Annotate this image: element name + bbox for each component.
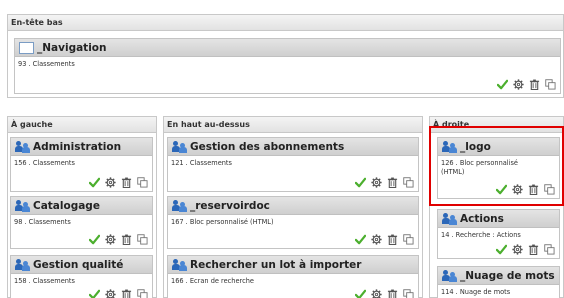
gear-icon[interactable] bbox=[371, 234, 382, 245]
copy-icon[interactable] bbox=[545, 79, 556, 90]
gear-icon[interactable] bbox=[105, 177, 116, 188]
people-icon bbox=[172, 258, 187, 271]
checkmark-icon[interactable] bbox=[496, 244, 507, 255]
checkmark-icon[interactable] bbox=[355, 234, 366, 245]
trash-icon[interactable] bbox=[121, 289, 132, 298]
block-header[interactable]: Actions bbox=[438, 210, 559, 228]
copy-icon[interactable] bbox=[403, 234, 414, 245]
region-title: En haut au-dessus bbox=[164, 117, 422, 133]
block-actions bbox=[496, 244, 555, 255]
block-header[interactable]: Administration bbox=[11, 138, 152, 156]
checkmark-icon[interactable] bbox=[89, 234, 100, 245]
block-description: 114 . Nuage de mots bbox=[441, 288, 511, 296]
block-actions bbox=[355, 289, 414, 298]
people-icon bbox=[15, 140, 30, 153]
block-gestion-qualite[interactable]: Gestion qualité 158 . Classements bbox=[10, 255, 153, 298]
copy-icon[interactable] bbox=[137, 234, 148, 245]
region-title: En-tête bas bbox=[8, 15, 563, 31]
copy-icon[interactable] bbox=[403, 289, 414, 298]
checkmark-icon[interactable] bbox=[355, 177, 366, 188]
block-title: Actions bbox=[460, 212, 504, 225]
gear-icon[interactable] bbox=[105, 289, 116, 298]
block-navigation[interactable]: _Navigation 93 . Classements bbox=[14, 38, 561, 94]
trash-icon[interactable] bbox=[387, 234, 398, 245]
block-header[interactable]: Gestion qualité bbox=[11, 256, 152, 274]
trash-icon[interactable] bbox=[528, 244, 539, 255]
block-description: 156 . Classements bbox=[14, 159, 75, 167]
trash-icon[interactable] bbox=[387, 289, 398, 298]
gear-icon[interactable] bbox=[512, 244, 523, 255]
block-title: _Navigation bbox=[37, 41, 107, 54]
block-title: Rechercher un lot à importer bbox=[190, 258, 362, 271]
block-title: Gestion des abonnements bbox=[190, 140, 345, 153]
copy-icon[interactable] bbox=[403, 177, 414, 188]
block-actions bbox=[89, 289, 148, 298]
block-title: _reservoirdoc bbox=[190, 199, 270, 212]
trash-icon[interactable] bbox=[387, 177, 398, 188]
block-description: 98 . Classements bbox=[14, 218, 71, 226]
block-title: _Nuage de mots bbox=[460, 269, 555, 282]
checkmark-icon[interactable] bbox=[89, 177, 100, 188]
checkmark-icon[interactable] bbox=[355, 289, 366, 298]
block-description: 121 . Classements bbox=[171, 159, 232, 167]
checkmark-icon[interactable] bbox=[89, 289, 100, 298]
block-title: Gestion qualité bbox=[33, 258, 124, 271]
region-title: À gauche bbox=[8, 117, 156, 133]
people-icon bbox=[15, 258, 30, 271]
people-icon bbox=[15, 199, 30, 212]
gear-icon[interactable] bbox=[105, 234, 116, 245]
block-header[interactable]: Rechercher un lot à importer bbox=[168, 256, 418, 274]
block-description: 166 . Ecran de recherche bbox=[171, 277, 254, 285]
people-icon bbox=[442, 269, 457, 282]
block-actions bbox=[355, 234, 414, 245]
selection-highlight bbox=[429, 126, 564, 206]
block-reservoirdoc[interactable]: _reservoirdoc 167 . Bloc personnalisé (H… bbox=[167, 196, 419, 249]
block-description: 93 . Classements bbox=[18, 60, 75, 68]
box-icon bbox=[19, 41, 34, 54]
gear-icon[interactable] bbox=[371, 177, 382, 188]
checkmark-icon[interactable] bbox=[497, 79, 508, 90]
block-description: 158 . Classements bbox=[14, 277, 75, 285]
gear-icon[interactable] bbox=[513, 79, 524, 90]
block-catalogage[interactable]: Catalogage 98 . Classements bbox=[10, 196, 153, 249]
people-icon bbox=[172, 140, 187, 153]
people-icon bbox=[442, 212, 457, 225]
block-actions bbox=[89, 234, 148, 245]
trash-icon[interactable] bbox=[121, 177, 132, 188]
block-gestion-abonnements[interactable]: Gestion des abonnements 121 . Classement… bbox=[167, 137, 419, 192]
block-header[interactable]: Gestion des abonnements bbox=[168, 138, 418, 156]
block-actions bbox=[355, 177, 414, 188]
trash-icon[interactable] bbox=[529, 79, 540, 90]
block-header[interactable]: _Navigation bbox=[15, 39, 560, 57]
block-nuage-mots[interactable]: _Nuage de mots 114 . Nuage de mots bbox=[437, 266, 560, 298]
block-title: Administration bbox=[33, 140, 122, 153]
block-description: 167 . Bloc personnalisé (HTML) bbox=[171, 218, 274, 226]
block-actions bbox=[497, 79, 556, 90]
block-header[interactable]: _Nuage de mots bbox=[438, 267, 559, 285]
block-rechercher-lot[interactable]: Rechercher un lot à importer 166 . Ecran… bbox=[167, 255, 419, 298]
block-description: 14 . Recherche : Actions bbox=[441, 231, 521, 239]
gear-icon[interactable] bbox=[371, 289, 382, 298]
block-header[interactable]: Catalogage bbox=[11, 197, 152, 215]
block-header[interactable]: _reservoirdoc bbox=[168, 197, 418, 215]
copy-icon[interactable] bbox=[137, 289, 148, 298]
people-icon bbox=[172, 199, 187, 212]
block-actions bbox=[89, 177, 148, 188]
copy-icon[interactable] bbox=[137, 177, 148, 188]
block-actions-search[interactable]: Actions 14 . Recherche : Actions bbox=[437, 209, 560, 259]
copy-icon[interactable] bbox=[544, 244, 555, 255]
block-administration[interactable]: Administration 156 . Classements bbox=[10, 137, 153, 192]
trash-icon[interactable] bbox=[121, 234, 132, 245]
block-title: Catalogage bbox=[33, 199, 100, 212]
